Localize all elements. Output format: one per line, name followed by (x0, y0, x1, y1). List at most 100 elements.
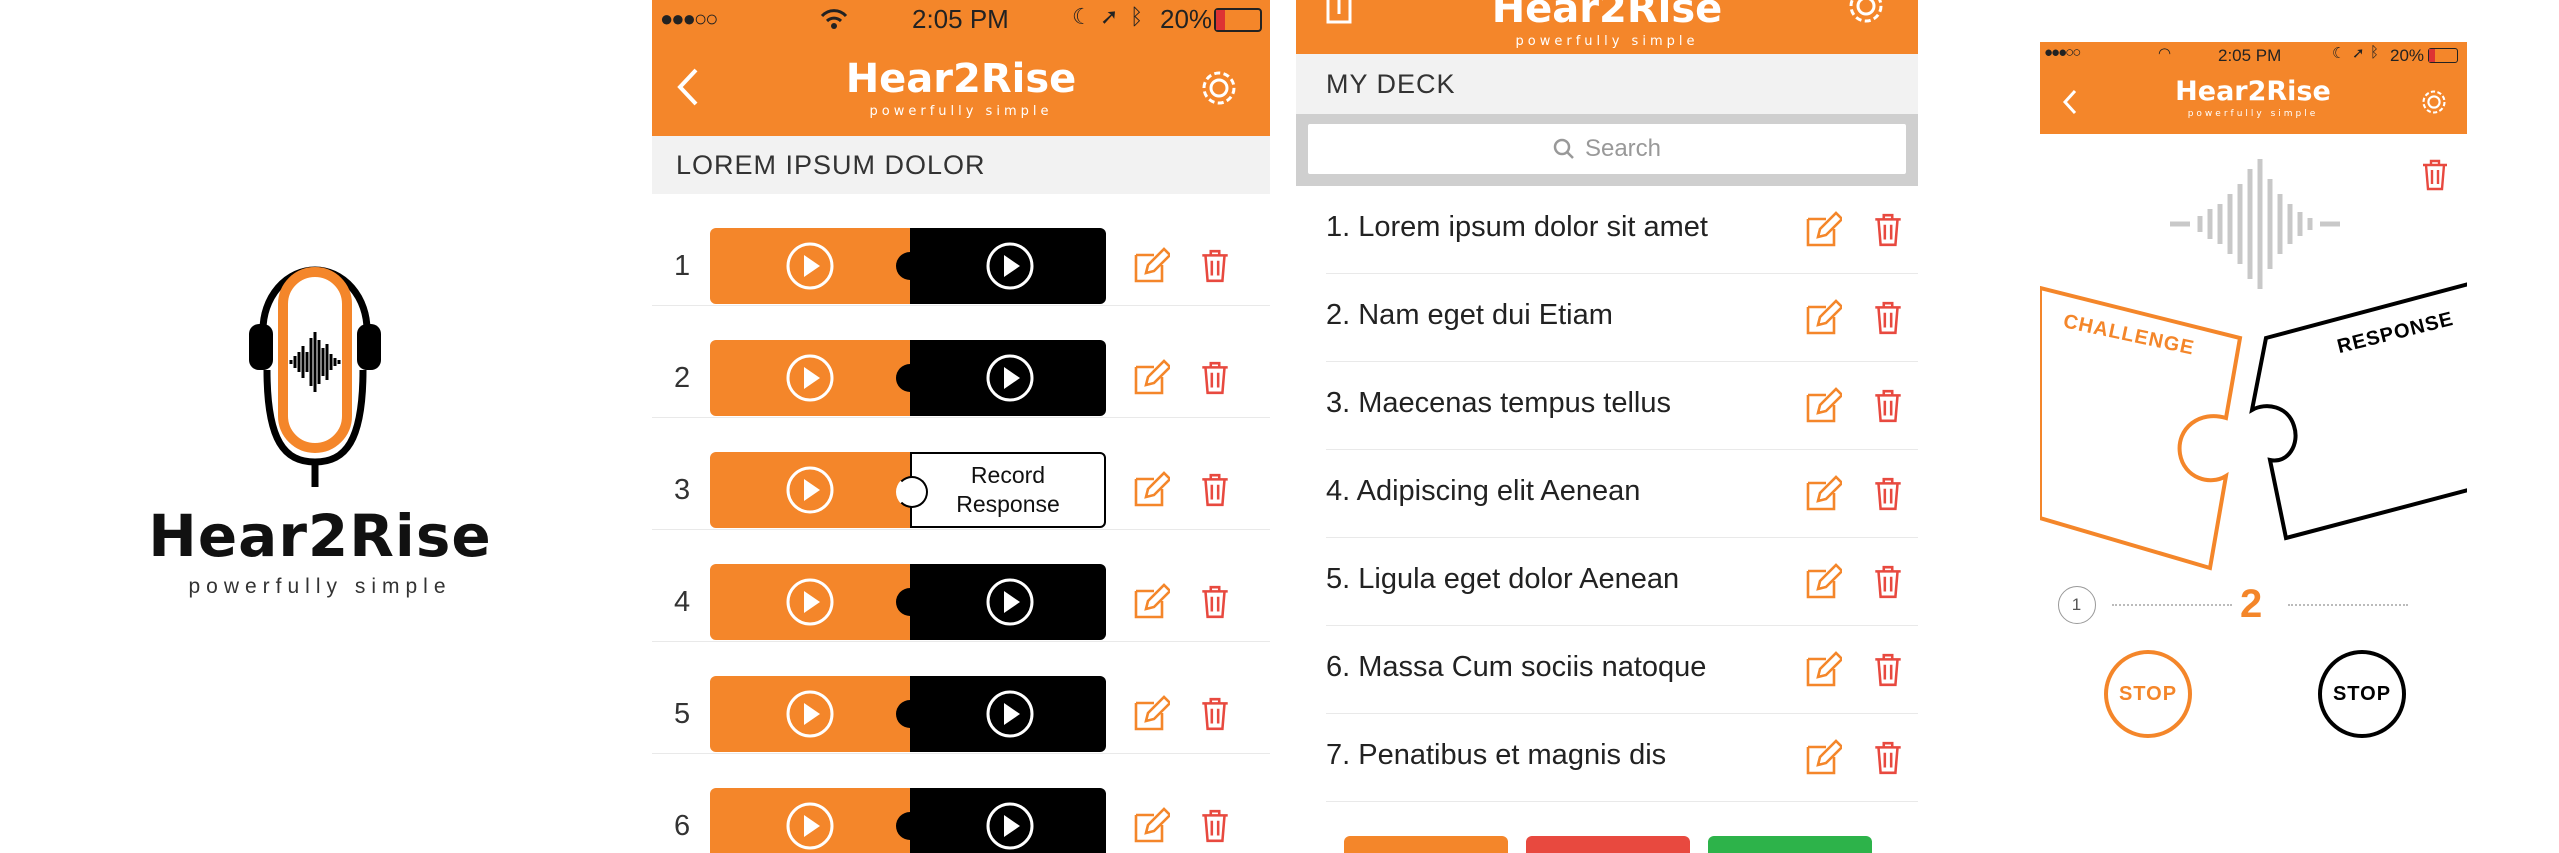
section-title-bar: MY DECK (1296, 54, 1918, 114)
record-response-button[interactable]: Record Response (910, 452, 1106, 528)
status-time: 2:05 PM (912, 4, 1009, 34)
section-title: MY DECK (1326, 69, 1456, 99)
deck-list-item[interactable]: 7. Penatibus et magnis dis (1326, 714, 1918, 802)
back-chevron-icon[interactable] (2062, 88, 2078, 116)
edit-icon[interactable] (1132, 471, 1172, 509)
deck-item-label: 6. Massa Cum sociis natoque (1326, 651, 1707, 683)
row-number: 1 (674, 250, 691, 282)
bottom-buttons (1296, 836, 1918, 853)
stop-challenge-button[interactable]: STOP (2104, 650, 2192, 738)
play-response-icon[interactable] (985, 577, 1035, 627)
gear-icon[interactable] (2420, 88, 2448, 116)
stop-response-button[interactable]: STOP (2318, 650, 2406, 738)
trash-icon[interactable] (1199, 248, 1231, 284)
logo-wordmark: Hear2Rise (148, 502, 492, 570)
header-tagline: powerfully simple (869, 104, 1053, 119)
deck-list: 1. Lorem ipsum dolor sit amet 2. Nam eget… (1296, 186, 1918, 806)
edit-icon[interactable] (1132, 807, 1172, 845)
puzzle-notch (896, 252, 924, 280)
edit-icon[interactable] (1132, 695, 1172, 733)
play-challenge-icon[interactable] (785, 241, 835, 291)
logo-panel: Hear2Rise powerfully simple (140, 240, 500, 620)
edit-icon[interactable] (1804, 651, 1844, 689)
edit-icon[interactable] (1132, 359, 1172, 397)
deck-list-item[interactable]: 3. Maecenas tempus tellus (1326, 362, 1918, 450)
edit-icon[interactable] (1804, 211, 1844, 249)
edit-icon[interactable] (1804, 387, 1844, 425)
trash-icon[interactable] (1872, 740, 1904, 776)
trash-icon[interactable] (1872, 212, 1904, 248)
wifi-icon: ◠ (2158, 45, 2172, 62)
play-response-icon[interactable] (985, 689, 1035, 739)
gear-icon[interactable] (1846, 0, 1886, 26)
deck-item-label: 3. Maecenas tempus tellus (1326, 387, 1671, 419)
battery-percent: 20% (1160, 4, 1213, 34)
trash-icon[interactable] (1199, 696, 1231, 732)
header-brand-name: Hear2Rise (845, 56, 1077, 102)
play-response-icon[interactable] (985, 241, 1035, 291)
pager-left-arrow (2112, 604, 2232, 606)
trash-icon[interactable] (1872, 388, 1904, 424)
deck-list-item[interactable]: 2. Nam eget dui Etiam (1326, 274, 1918, 362)
play-challenge-icon[interactable] (785, 577, 835, 627)
trash-icon[interactable] (1872, 476, 1904, 512)
play-challenge-icon[interactable] (785, 353, 835, 403)
signal-icon: ●●●○○ (2044, 44, 2081, 61)
edit-icon[interactable] (1132, 583, 1172, 621)
logo-tagline: powerfully simple (188, 575, 452, 598)
deck-item-label: 5. Ligula eget dolor Aenean (1326, 563, 1680, 595)
edit-icon[interactable] (1804, 475, 1844, 513)
header-title: Hear2Rise powerfully simple (1457, 0, 1757, 49)
deck-list-item[interactable]: 1. Lorem ipsum dolor sit amet (1326, 186, 1918, 274)
play-challenge-icon[interactable] (785, 689, 835, 739)
screen-record: ●●●○○ ◠ 2:05 PM ☾ ➚ ᛒ 20% Hear2Rise powe… (2040, 42, 2467, 853)
deck-list-item[interactable]: 4. Adipiscing elit Aenean (1326, 450, 1918, 538)
trash-icon[interactable] (1872, 300, 1904, 336)
deck-list-item[interactable]: 6. Massa Cum sociis natoque (1326, 626, 1918, 714)
bluetooth-icon: ᛒ (1130, 4, 1144, 29)
trash-icon[interactable] (1199, 360, 1231, 396)
location-icon: ➚ (1100, 4, 1119, 29)
play-challenge-icon[interactable] (785, 465, 835, 515)
trash-icon[interactable] (1199, 472, 1231, 508)
edit-icon[interactable] (1804, 563, 1844, 601)
search-bar: Search (1296, 114, 1918, 186)
deck-item-label: 1. Lorem ipsum dolor sit amet (1326, 211, 1708, 243)
edit-icon[interactable] (1132, 247, 1172, 285)
bottom-button-orange[interactable] (1344, 836, 1508, 853)
search-input[interactable]: Search (1308, 124, 1906, 174)
microphone-headphones-icon (249, 266, 381, 487)
bottom-button-red[interactable] (1526, 836, 1690, 853)
edit-icon[interactable] (1804, 739, 1844, 777)
row-number: 3 (674, 474, 691, 506)
trash-icon[interactable] (1199, 808, 1231, 844)
current-page: 2 (2240, 582, 2263, 626)
gear-icon[interactable] (1199, 68, 1239, 108)
deck-list-item[interactable]: 5. Ligula eget dolor Aenean (1326, 538, 1918, 626)
bluetooth-icon: ᛒ (2370, 44, 2380, 61)
trash-icon[interactable] (1199, 584, 1231, 620)
trash-icon[interactable] (1872, 652, 1904, 688)
trash-icon[interactable] (2420, 158, 2450, 192)
row-number: 2 (674, 362, 691, 394)
previous-page-button[interactable]: 1 (2058, 586, 2096, 624)
play-response-icon[interactable] (985, 801, 1035, 851)
trash-icon[interactable] (1872, 564, 1904, 600)
battery-icon (2428, 48, 2458, 63)
edit-icon[interactable] (1804, 299, 1844, 337)
share-icon[interactable] (1324, 0, 1354, 26)
record-response-label: Response (956, 491, 1060, 517)
battery-percent: 20% (2390, 46, 2425, 65)
deck-item-label: 2. Nam eget dui Etiam (1326, 299, 1613, 331)
back-chevron-icon[interactable] (676, 66, 700, 108)
battery-icon (1214, 8, 1262, 32)
bottom-button-green[interactable] (1708, 836, 1872, 853)
play-response-icon[interactable] (985, 353, 1035, 403)
play-challenge-icon[interactable] (785, 801, 835, 851)
moon-icon: ☾ (2332, 45, 2346, 62)
row-number: 5 (674, 698, 691, 730)
row-number: 6 (674, 810, 691, 842)
location-icon: ➚ (2352, 45, 2365, 62)
challenge-row: 4 (652, 530, 1270, 642)
moon-icon: ☾ (1072, 4, 1092, 29)
